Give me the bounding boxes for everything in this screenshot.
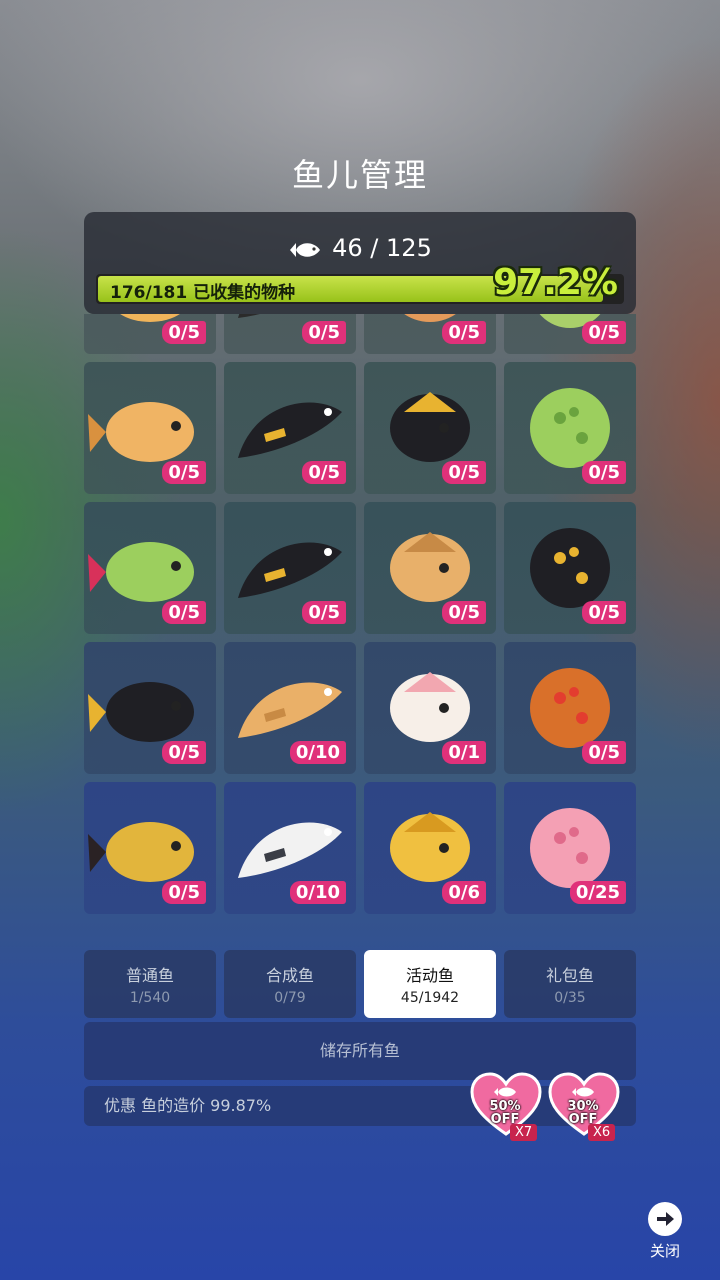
fish-tile-pharaoh-swordfish[interactable]: 0/5 <box>504 502 636 634</box>
fish-tile-burger-fish[interactable]: 0/5 <box>504 642 636 774</box>
fish-count-badge: 0/5 <box>442 461 486 484</box>
fish-tile-pharaoh-whale[interactable]: 0/5 <box>84 642 216 774</box>
close-button[interactable]: 关闭 <box>642 1202 688 1261</box>
coupon-multiplier: X6 <box>588 1124 616 1141</box>
fish-tile-butterfly-fish[interactable]: 0/10 <box>224 782 356 914</box>
tab-event-fish[interactable]: 活动鱼 45/1942 <box>364 950 496 1018</box>
page-title: 鱼儿管理 <box>291 156 428 194</box>
fish-tile-cuttlefish[interactable]: 0/5 <box>84 362 216 494</box>
fish-tile-yellow-octopus[interactable]: 0/6 <box>364 782 496 914</box>
fish-tile-tan-shark[interactable]: 0/5 <box>364 502 496 634</box>
tab-label: 普通鱼 <box>125 966 174 985</box>
coupon-30-off[interactable]: 30% OFF X6 <box>548 1072 624 1148</box>
tab-normal-fish[interactable]: 普通鱼 1/540 <box>84 950 216 1018</box>
fish-tile-anubis-seahorse[interactable]: 0/5 <box>224 362 356 494</box>
coupon-50-off[interactable]: 50% OFF X7 <box>470 1072 546 1148</box>
species-progress-label: 176/181 已收集的物种 <box>110 283 296 303</box>
fish-tile-pink-anemone[interactable]: 0/25 <box>504 782 636 914</box>
fish-count-badge: 0/5 <box>442 321 486 344</box>
tab-count: 0/79 <box>274 990 306 1006</box>
discount-label: 优惠 鱼的造价 99.87% <box>104 1096 272 1115</box>
fish-count-badge: 0/5 <box>302 601 346 624</box>
fish-tile-fennec-cat[interactable]: 0/1 <box>364 642 496 774</box>
collection-header: 46 / 125 176/181 已收集的物种 97.2% <box>84 212 636 314</box>
fish-tile-flower-puffer[interactable]: 0/5 <box>84 502 216 634</box>
tab-bundle-fish[interactable]: 礼包鱼 0/35 <box>504 950 636 1018</box>
tab-label: 合成鱼 <box>265 966 314 985</box>
fish-count-badge: 0/5 <box>442 601 486 624</box>
fish-count: 46 / 125 <box>84 234 636 262</box>
species-progress-percent: 97.2% <box>493 262 618 303</box>
fish-count-badge: 0/5 <box>162 881 206 904</box>
tab-count: 45/1942 <box>400 990 460 1006</box>
tab-count: 1/540 <box>129 990 171 1006</box>
fish-tile-black-gold-eel[interactable]: 0/5 <box>224 314 356 354</box>
fish-tile-green-pufferfish[interactable]: 0/5 <box>504 314 636 354</box>
fish-tile-anubis-fish[interactable]: 0/5 <box>364 362 496 494</box>
fish-grid: 0/5 0/5 0/5 0/5 0/5 0/5 0/5 0/5 0/5 0/5 0/5 0/5 0/5 0… <box>84 314 636 914</box>
fish-count-badge: 0/10 <box>289 741 346 764</box>
fish-tile-lionfish[interactable]: 0/5 <box>364 314 496 354</box>
fish-count-badge: 0/5 <box>302 461 346 484</box>
fish-count-badge: 0/5 <box>582 321 626 344</box>
category-tabs: 普通鱼 1/540 合成鱼 0/79 活动鱼 45/1942 礼包鱼 0/35 <box>84 950 636 1018</box>
tab-label: 活动鱼 <box>405 966 454 985</box>
tab-label: 礼包鱼 <box>545 966 594 985</box>
fish-count-badge: 0/5 <box>582 741 626 764</box>
coupon-percent: 50% OFF <box>489 1099 521 1127</box>
fish-count-badge: 0/5 <box>582 461 626 484</box>
fish-count-badge: 0/5 <box>162 461 206 484</box>
fish-tile-pharaoh-eel[interactable]: 0/5 <box>224 502 356 634</box>
arrow-right-icon <box>648 1202 682 1236</box>
coupon-percent: 30% OFF <box>567 1099 599 1127</box>
fish-count-badge: 0/5 <box>162 321 206 344</box>
tab-count: 0/35 <box>554 990 586 1006</box>
fish-count-badge: 0/5 <box>162 741 206 764</box>
fish-count-badge: 0/5 <box>582 601 626 624</box>
tab-merged-fish[interactable]: 合成鱼 0/79 <box>224 950 356 1018</box>
fish-count-value: 46 / 125 <box>332 234 432 262</box>
fish-count-badge: 0/5 <box>162 601 206 624</box>
coupon-multiplier: X7 <box>510 1124 538 1141</box>
fish-icon <box>290 243 321 257</box>
fish-count-badge: 0/25 <box>569 881 626 904</box>
fish-tile-humpback-whale[interactable]: 0/10 <box>224 642 356 774</box>
close-label: 关闭 <box>649 1242 680 1260</box>
fish-count-badge: 0/5 <box>302 321 346 344</box>
fish-grid-scroll[interactable]: 0/5 0/5 0/5 0/5 0/5 0/5 0/5 0/5 0/5 0/5 0/5 0/5 0/5 0… <box>84 314 636 946</box>
fish-tile-cactus-puffer[interactable]: 0/5 <box>504 362 636 494</box>
fish-count-badge: 0/6 <box>442 881 486 904</box>
fish-count-badge: 0/10 <box>289 881 346 904</box>
fish-tile-goldfish-orange[interactable]: 0/5 <box>84 314 216 354</box>
fish-tile-bumblebee-goby[interactable]: 0/5 <box>84 782 216 914</box>
fish-count-badge: 0/1 <box>442 741 486 764</box>
